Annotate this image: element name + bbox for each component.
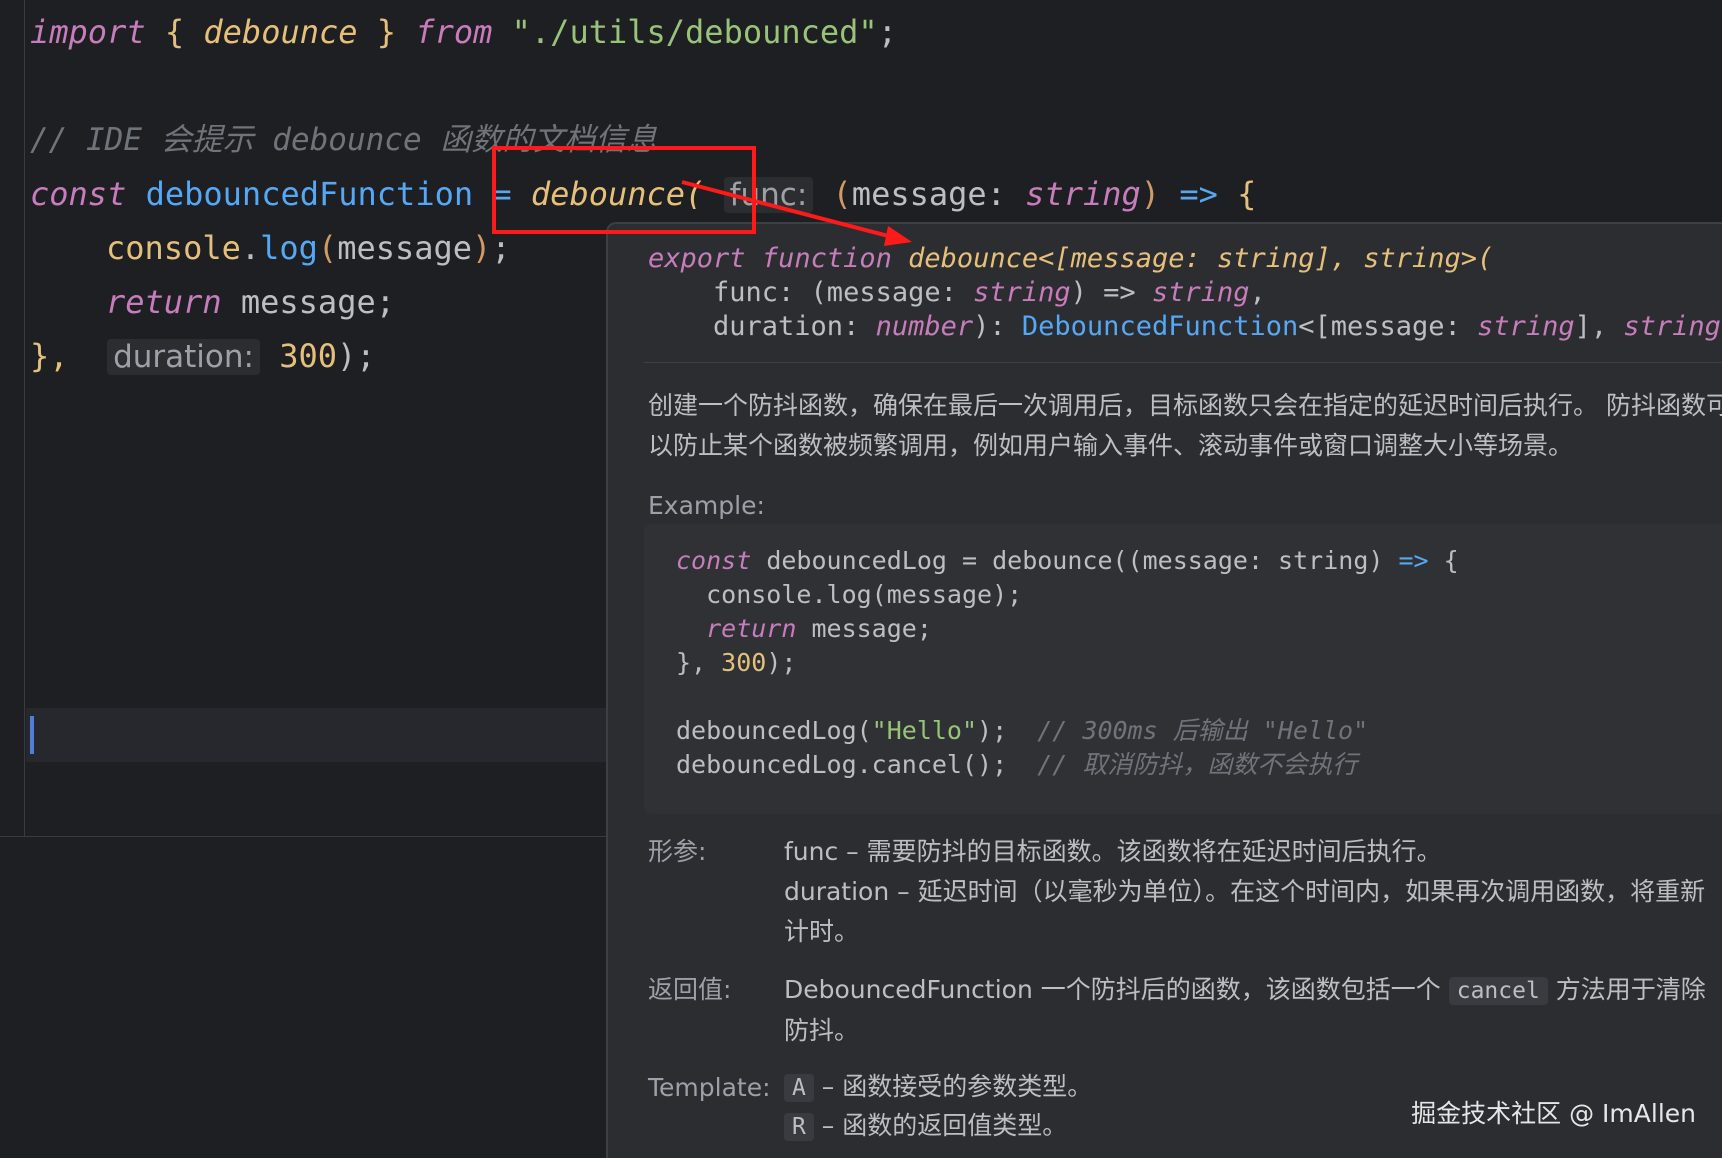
ex-l1-end: { bbox=[1428, 546, 1459, 575]
ex-l7-call: debouncedLog.cancel(); bbox=[676, 750, 1038, 779]
ex-l6-comment: // 300ms 后输出 "Hello" bbox=[1037, 716, 1369, 745]
ex-l2: console.log(message); bbox=[676, 580, 1023, 609]
keyword-const: const bbox=[30, 175, 127, 213]
template-a-code: A bbox=[784, 1074, 814, 1102]
signature-divider bbox=[644, 362, 1722, 363]
sig-generic-open: <[message: bbox=[1298, 311, 1478, 342]
ex-l7-comment: // 取消防抖，函数不会执行 bbox=[1037, 750, 1358, 779]
log-method[interactable]: log bbox=[260, 229, 318, 267]
param-message: message: bbox=[851, 175, 1006, 213]
param-duration-desc: duration – 延迟时间（以毫秒为单位）。在这个时间内，如果再次调用函数，… bbox=[784, 877, 1706, 946]
import-brace-close: } bbox=[376, 13, 397, 51]
close-brace: }, bbox=[30, 337, 69, 375]
keyword-return: return bbox=[106, 283, 222, 321]
param-type: string bbox=[1025, 175, 1141, 213]
import-name[interactable]: debounce bbox=[203, 13, 357, 51]
ex-l3-rest: message; bbox=[796, 614, 932, 643]
ex-l1-rest: debouncedLog = debounce((message: string… bbox=[751, 546, 1399, 575]
arrow-operator: => bbox=[1179, 175, 1218, 213]
code-line-close[interactable]: }, duration: 300); bbox=[30, 336, 376, 377]
log-paren-close: ) bbox=[472, 229, 492, 267]
example-code-block: const debouncedLog = debounce((message: … bbox=[644, 524, 1722, 814]
ex-arrow: => bbox=[1398, 546, 1429, 575]
ex-l6-end: ); bbox=[977, 716, 1038, 745]
sig-func-end: , bbox=[1249, 277, 1266, 308]
template-label: Template: bbox=[648, 1073, 771, 1102]
log-semicolon: ; bbox=[491, 229, 511, 267]
ex-return: return bbox=[676, 614, 797, 643]
returns-label: 返回值: bbox=[648, 975, 732, 1004]
dot: . bbox=[240, 229, 261, 267]
template-r-code: R bbox=[784, 1113, 814, 1141]
sig-func-mid: ) => bbox=[1070, 277, 1152, 308]
code-line-console-log[interactable]: console.log(message); bbox=[106, 228, 511, 268]
quick-documentation-popup[interactable]: export function debounce<[message: strin… bbox=[606, 222, 1722, 1158]
return-value: message; bbox=[240, 283, 395, 321]
import-path[interactable]: "./utils/debounced" bbox=[512, 13, 878, 51]
semicolon: ; bbox=[877, 13, 897, 51]
ex-l4-num: 300 bbox=[721, 648, 767, 677]
returns-cancel-code: cancel bbox=[1448, 977, 1548, 1005]
template-r-desc: – 函数的返回值类型。 bbox=[813, 1111, 1068, 1140]
doc-description: 创建一个防抖函数，确保在最后一次调用后，目标函数只会在指定的延迟时间后执行。 防… bbox=[648, 391, 1722, 460]
ex-const: const bbox=[676, 546, 752, 575]
code-line-return[interactable]: return message; bbox=[106, 282, 395, 322]
ex-l4-start: }, bbox=[676, 648, 722, 677]
gutter-divider bbox=[24, 0, 25, 836]
sig-duration-mid: ): bbox=[973, 311, 1022, 342]
returns-value: DebouncedFunction 一个防抖后的函数，该函数包括一个 cance… bbox=[784, 970, 1722, 1051]
ex-l4-end: ); bbox=[766, 648, 797, 677]
console-object[interactable]: console bbox=[106, 229, 241, 267]
param-func-desc: func – 需要防抖的目标函数。该函数将在延迟时间后执行。 bbox=[784, 837, 1442, 866]
sig-function: function bbox=[761, 243, 892, 274]
params-label: 形参: bbox=[648, 837, 707, 866]
code-line-import[interactable]: import { debounce } from "./utils/deboun… bbox=[30, 12, 897, 52]
sig-export: export bbox=[648, 243, 746, 274]
annotation-highlight-box bbox=[492, 146, 756, 234]
sig-return-class[interactable]: DebouncedFunction bbox=[1022, 311, 1298, 342]
call-end: ); bbox=[337, 337, 376, 375]
sig-duration-type: number bbox=[875, 311, 974, 342]
body-brace: { bbox=[1237, 175, 1257, 213]
params-open: ( bbox=[832, 175, 852, 213]
function-signature: export function debounce<[message: strin… bbox=[648, 242, 1722, 344]
params-values: func – 需要防抖的目标函数。该函数将在延迟时间后执行。 duration … bbox=[784, 832, 1722, 952]
ex-l6-call: debouncedLog( bbox=[676, 716, 872, 745]
sig-duration-param: duration: bbox=[648, 311, 876, 342]
sig-func-param: func: (message: bbox=[648, 277, 974, 308]
ex-l6-str: "Hello" bbox=[871, 716, 978, 745]
variable-name[interactable]: debouncedFunction bbox=[146, 175, 474, 213]
sig-name: debounce<[message: string], string>( bbox=[908, 243, 1494, 274]
param-hint-duration: duration: bbox=[107, 339, 260, 375]
watermark: 掘金技术社区 @ ImAllen bbox=[1411, 1099, 1696, 1128]
ide-window: import { debounce } from "./utils/deboun… bbox=[0, 0, 1722, 1158]
log-paren-open: ( bbox=[317, 229, 338, 267]
keyword-from: from bbox=[415, 13, 493, 51]
current-line-highlight bbox=[26, 708, 606, 762]
returns-pre: DebouncedFunction 一个防抖后的函数，该函数包括一个 bbox=[784, 975, 1449, 1004]
sig-func-ret: string bbox=[1151, 277, 1250, 308]
sig-generic-ret: string bbox=[1623, 311, 1721, 342]
sig-generic-type: string bbox=[1477, 311, 1575, 342]
template-a-desc: – 函数接受的参数类型。 bbox=[813, 1072, 1093, 1101]
example-code: const debouncedLog = debounce((message: … bbox=[676, 544, 1459, 782]
sig-func-type: string bbox=[973, 277, 1071, 308]
duration-value: 300 bbox=[279, 337, 338, 375]
log-arg: message bbox=[337, 229, 473, 267]
sig-generic-mid: ], bbox=[1574, 311, 1624, 342]
params-close: ) bbox=[1140, 175, 1161, 213]
import-brace-open: { bbox=[164, 13, 185, 51]
text-caret bbox=[30, 716, 34, 754]
editor-bottom-border bbox=[0, 836, 606, 837]
example-label: Example: bbox=[648, 491, 765, 520]
keyword-import: import bbox=[30, 13, 146, 51]
